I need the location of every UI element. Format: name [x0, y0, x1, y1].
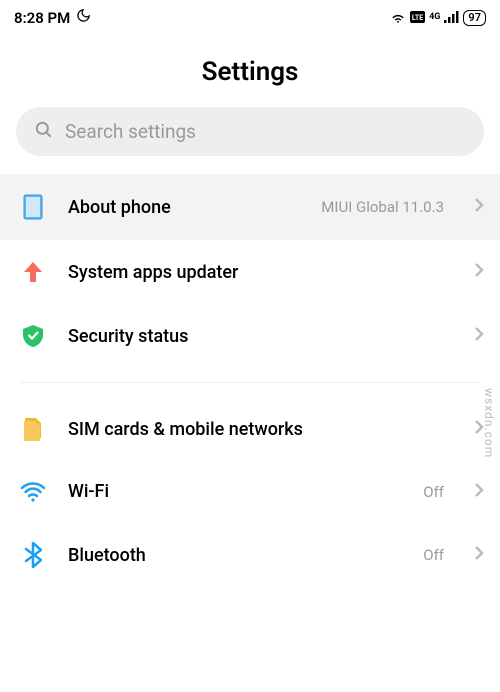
chevron-right-icon: [474, 326, 484, 346]
battery-icon: 97: [463, 10, 486, 26]
status-left: 8:28 PM: [14, 8, 91, 27]
system-updater-item[interactable]: System apps updater: [0, 240, 500, 304]
settings-list: About phone MIUI Global 11.0.3 System ap…: [0, 174, 500, 588]
update-arrow-icon: [20, 260, 46, 284]
about-phone-label: About phone: [68, 197, 299, 218]
bluetooth-item[interactable]: Bluetooth Off: [0, 522, 500, 588]
signal-icon: [444, 9, 459, 27]
page-title: Settings: [0, 31, 500, 107]
sim-networks-label: SIM cards & mobile networks: [68, 419, 452, 440]
search-input[interactable]: Search settings: [16, 107, 484, 156]
wifi-label: Wi-Fi: [68, 481, 401, 502]
chevron-right-icon: [474, 482, 484, 502]
wifi-value: Off: [423, 483, 444, 501]
chevron-right-icon: [474, 197, 484, 217]
chevron-right-icon: [474, 262, 484, 282]
phone-icon: [20, 194, 46, 220]
divider: [20, 382, 480, 383]
watermark: wsxdn.com: [482, 388, 496, 458]
moon-icon: [76, 8, 91, 27]
search-icon: [34, 120, 53, 143]
about-phone-value: MIUI Global 11.0.3: [321, 198, 444, 216]
status-right: LTE 4G 97: [390, 9, 486, 27]
bluetooth-icon: [20, 542, 46, 568]
svg-text:LTE: LTE: [412, 14, 423, 22]
status-bar: 8:28 PM LTE 4G 97: [0, 0, 500, 31]
search-placeholder: Search settings: [65, 120, 196, 143]
chevron-right-icon: [474, 545, 484, 565]
sim-networks-item[interactable]: SIM cards & mobile networks: [0, 397, 500, 461]
about-phone-item[interactable]: About phone MIUI Global 11.0.3: [0, 174, 500, 240]
security-status-label: Security status: [68, 326, 452, 347]
wifi-status-icon: [390, 9, 406, 27]
system-updater-label: System apps updater: [68, 262, 452, 283]
shield-check-icon: [20, 324, 46, 348]
security-status-item[interactable]: Security status: [0, 304, 500, 368]
wifi-icon: [20, 482, 46, 502]
bluetooth-label: Bluetooth: [68, 545, 401, 566]
volte-icon: LTE: [410, 9, 425, 27]
bluetooth-value: Off: [423, 546, 444, 564]
sim-card-icon: [20, 417, 46, 441]
status-time: 8:28 PM: [14, 9, 70, 27]
network-4g-icon: 4G: [429, 13, 440, 22]
wifi-item[interactable]: Wi-Fi Off: [0, 461, 500, 522]
